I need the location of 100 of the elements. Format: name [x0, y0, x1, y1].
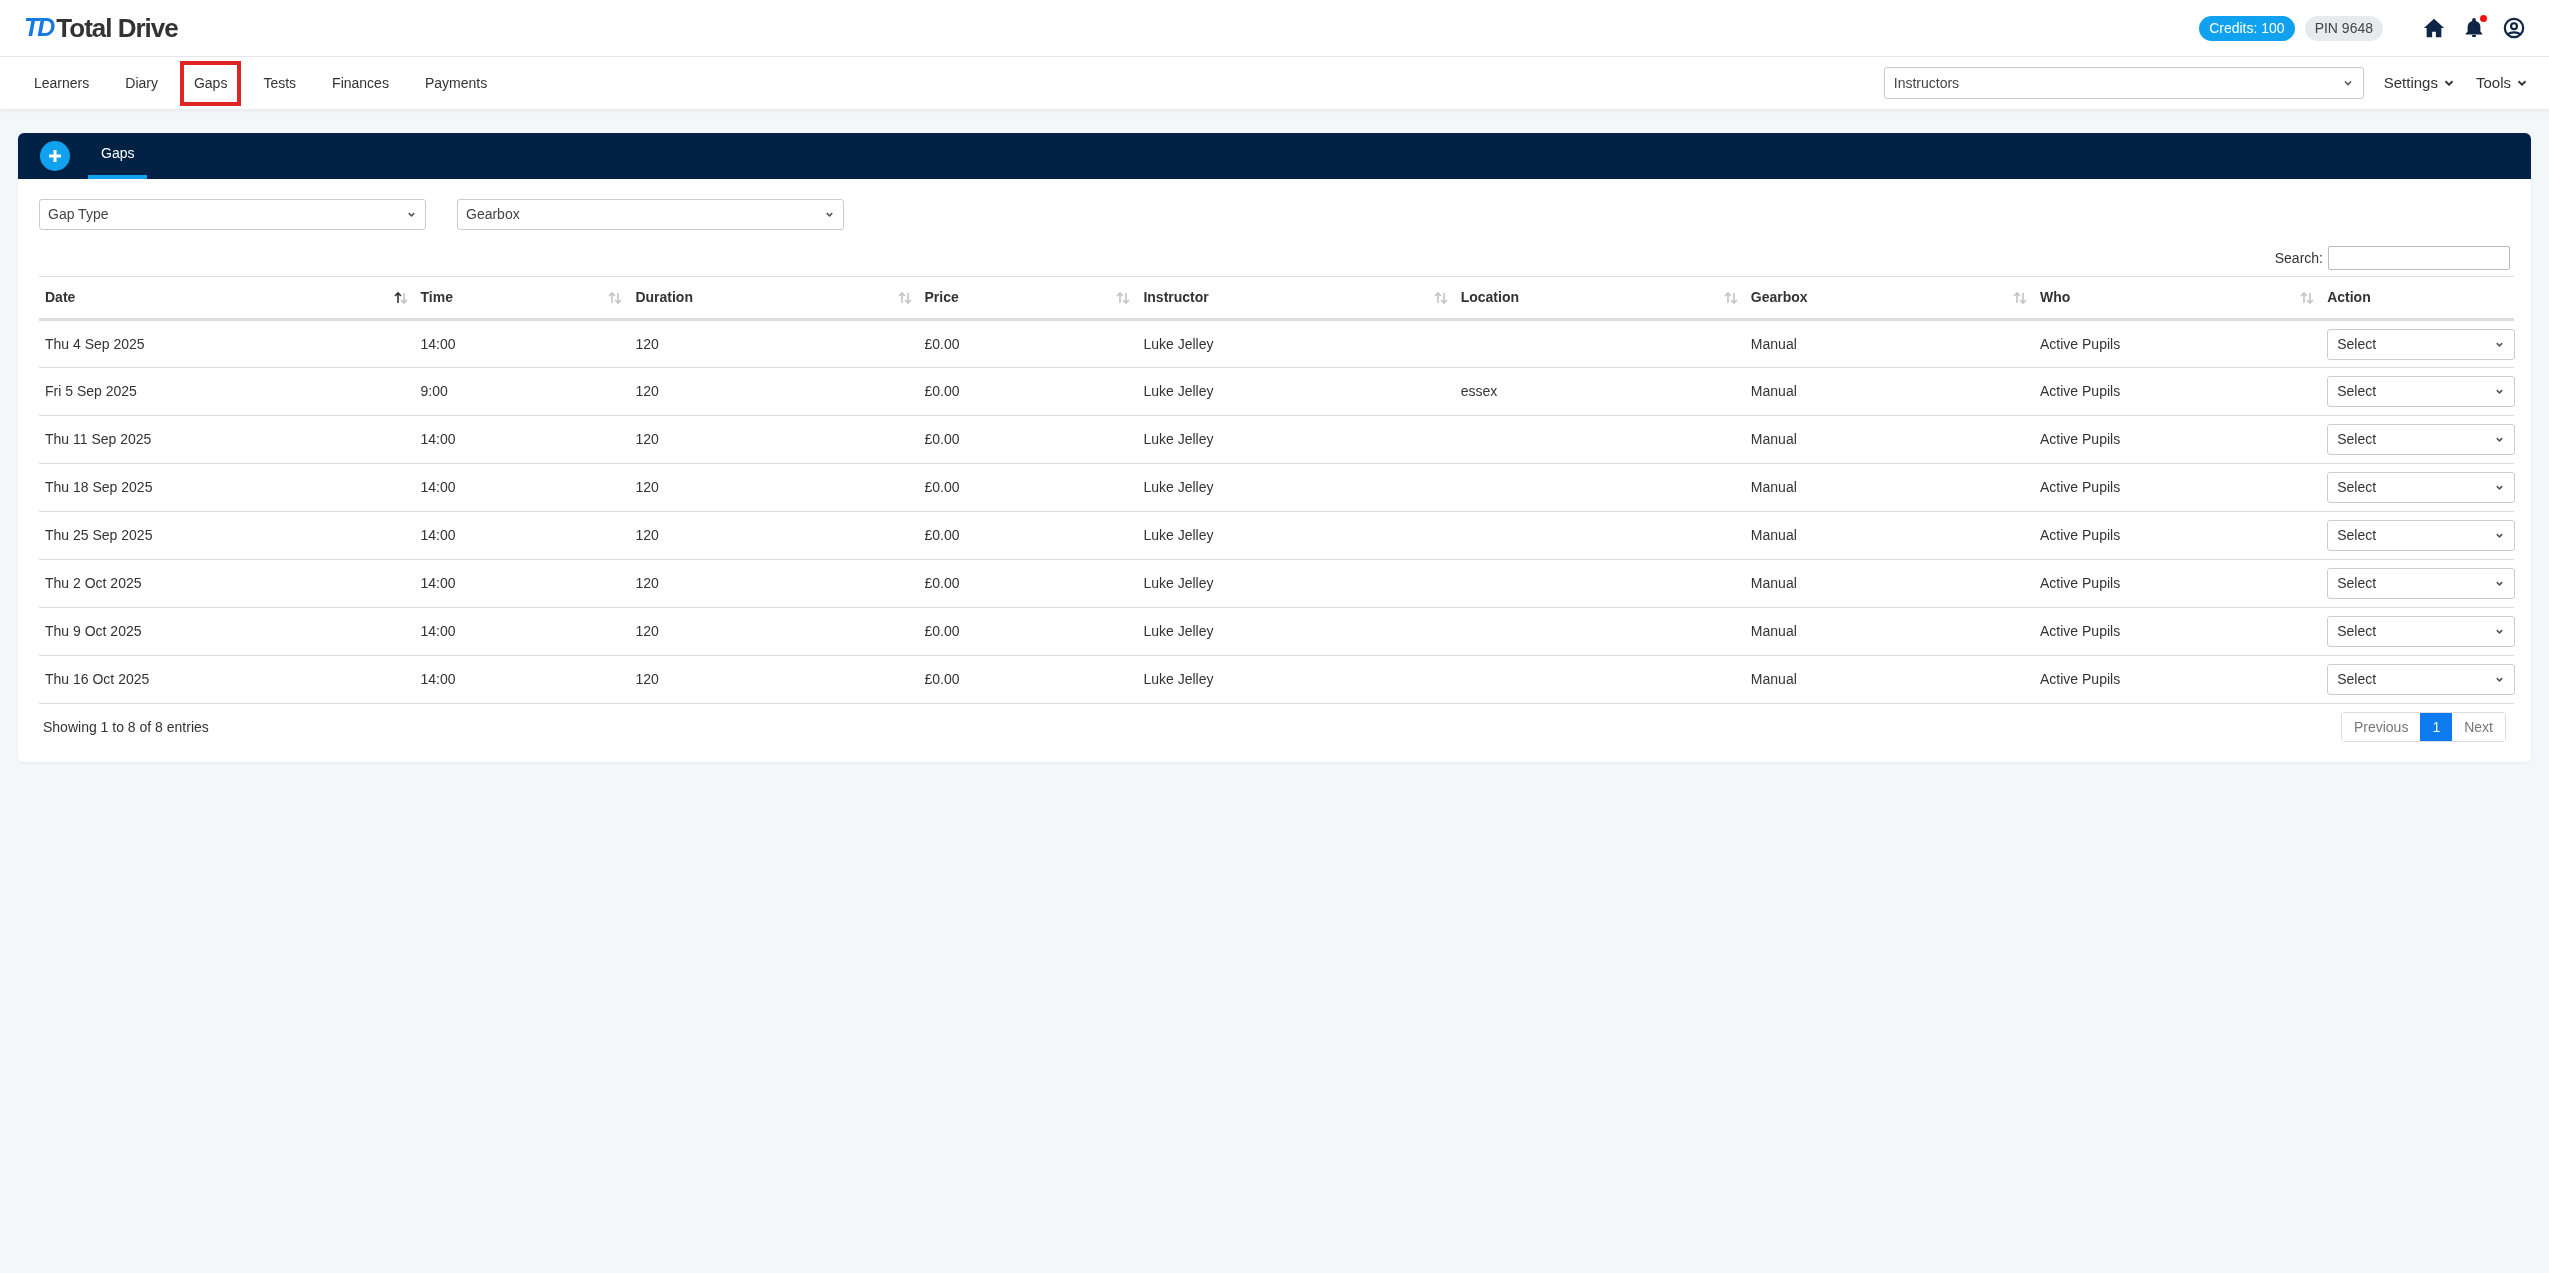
column-header[interactable]: Date	[45, 287, 76, 308]
table-cell: Active Pupils	[2040, 431, 2121, 447]
action-select[interactable]: Select	[2327, 328, 2516, 360]
table-cell: Luke Jelley	[1143, 335, 1214, 352]
panel-tab[interactable]: Gaps	[88, 143, 148, 179]
table-cell: Luke Jelley	[1143, 527, 1214, 543]
action-select[interactable]: Select	[2327, 472, 2516, 503]
table-cell: 14:00	[420, 335, 456, 352]
sort-arrows-icon	[392, 290, 409, 305]
sort-arrows-icon	[2299, 290, 2316, 305]
action-select[interactable]: Select	[2327, 616, 2516, 647]
nav-tab[interactable]: Gaps	[179, 60, 242, 106]
column-header[interactable]: Who	[2040, 287, 2071, 308]
logo-mark: TD	[24, 12, 54, 44]
table-cell: Manual	[1750, 575, 1797, 591]
search-field[interactable]	[2328, 246, 2510, 270]
search-label: Search:	[2274, 248, 2323, 268]
notification-bell-icon[interactable]	[2463, 17, 2485, 39]
table-cell: Active Pupils	[2040, 479, 2121, 495]
table-cell: Thu 11 Sep 2025	[45, 431, 152, 447]
table-cell: Manual	[1750, 383, 1797, 399]
sort-arrows-icon	[2012, 290, 2028, 305]
pin-badge: PIN 9648	[2304, 15, 2383, 41]
table-cell: Luke Jelley	[1143, 431, 1214, 447]
sort-arrows-icon	[896, 290, 913, 305]
table-cell: Active Pupils	[2040, 671, 2121, 687]
table-cell: Thu 16 Oct 2025	[45, 671, 150, 687]
action-select[interactable]: Select	[2327, 520, 2516, 551]
table-cell: Thu 25 Sep 2025	[45, 527, 153, 543]
table-cell: £0.00	[924, 335, 960, 352]
column-header[interactable]: Time	[420, 287, 453, 308]
sort-arrows-icon	[607, 290, 624, 305]
pagination-button[interactable]: 1	[2420, 713, 2453, 741]
table-cell: Luke Jelley	[1143, 479, 1214, 495]
column-header[interactable]: Instructor	[1143, 287, 1209, 308]
filter-select[interactable]: Gearbox	[457, 199, 844, 230]
entries-info: Showing 1 to 8 of 8 entries	[43, 717, 209, 737]
column-header[interactable]: Gearbox	[1750, 287, 1808, 308]
table-cell: £0.00	[924, 623, 960, 639]
table-cell: 120	[635, 335, 659, 352]
table-cell: essex	[1460, 383, 1498, 399]
credits-badge: Credits: 100	[2199, 15, 2295, 41]
action-select[interactable]: Select	[2327, 376, 2516, 407]
table-cell: 14:00	[420, 479, 456, 495]
instructor-select[interactable]: Instructors	[1883, 67, 2364, 99]
table-cell: Luke Jelley	[1143, 575, 1214, 591]
table-cell: 9:00	[420, 383, 448, 399]
table-cell: 120	[635, 479, 659, 495]
nav-tab[interactable]: Finances	[318, 60, 403, 106]
table-cell: £0.00	[924, 671, 960, 687]
table-cell: Manual	[1750, 527, 1797, 543]
table-cell: Luke Jelley	[1143, 623, 1214, 639]
nav-tab[interactable]: Learners	[20, 60, 104, 106]
action-select[interactable]: Select	[2327, 664, 2516, 695]
table-cell: 120	[635, 671, 659, 687]
dropdown-menu[interactable]: Tools	[2475, 71, 2529, 95]
table-cell: £0.00	[924, 479, 960, 495]
table-cell: Luke Jelley	[1143, 383, 1214, 399]
table-cell: £0.00	[924, 383, 960, 399]
table-cell: 14:00	[420, 671, 456, 687]
table-cell: 14:00	[420, 575, 456, 591]
table-cell: Thu 18 Sep 2025	[45, 479, 153, 495]
table-cell: £0.00	[924, 527, 960, 543]
table-cell: Thu 2 Oct 2025	[45, 575, 142, 591]
plus-icon	[47, 148, 63, 164]
sort-arrows-icon	[1722, 290, 1739, 305]
table-cell: 14:00	[420, 431, 456, 447]
column-header[interactable]: Location	[1460, 287, 1520, 308]
table-cell: Manual	[1750, 479, 1797, 495]
action-select[interactable]: Select	[2327, 424, 2516, 455]
table-cell: Manual	[1750, 623, 1797, 639]
column-header[interactable]: Price	[924, 287, 959, 308]
table-cell: 120	[635, 575, 659, 591]
add-button[interactable]	[40, 141, 70, 171]
table-cell: £0.00	[924, 431, 960, 447]
table-cell: Thu 4 Sep 2025	[45, 335, 145, 352]
table-cell: 120	[635, 623, 659, 639]
sort-arrows-icon	[1115, 290, 1132, 305]
table-cell: 14:00	[420, 623, 456, 639]
table-cell: Manual	[1750, 335, 1797, 352]
user-account-icon[interactable]	[2503, 17, 2525, 39]
table-cell: 14:00	[420, 527, 456, 543]
column-header[interactable]: Duration	[635, 287, 693, 308]
table-cell: Active Pupils	[2040, 623, 2121, 639]
action-select[interactable]: Select	[2327, 568, 2516, 599]
table-cell: 120	[635, 527, 659, 543]
table-cell: Fri 5 Sep 2025	[45, 383, 137, 399]
home-icon[interactable]	[2423, 17, 2445, 39]
table-cell: Manual	[1750, 671, 1797, 687]
table-cell: Active Pupils	[2040, 527, 2121, 543]
column-header[interactable]: Action	[2327, 287, 2371, 308]
filter-select[interactable]: Gap Type	[39, 199, 426, 230]
nav-tab[interactable]: Payments	[410, 60, 502, 106]
sort-arrows-icon	[1432, 290, 1449, 305]
nav-tab[interactable]: Diary	[111, 60, 172, 106]
table-cell: Active Pupils	[2040, 383, 2121, 399]
dropdown-menu[interactable]: Settings	[2383, 71, 2456, 95]
table-cell: Active Pupils	[2040, 335, 2121, 352]
table-cell: 120	[635, 383, 659, 399]
nav-tab[interactable]: Tests	[249, 60, 311, 106]
